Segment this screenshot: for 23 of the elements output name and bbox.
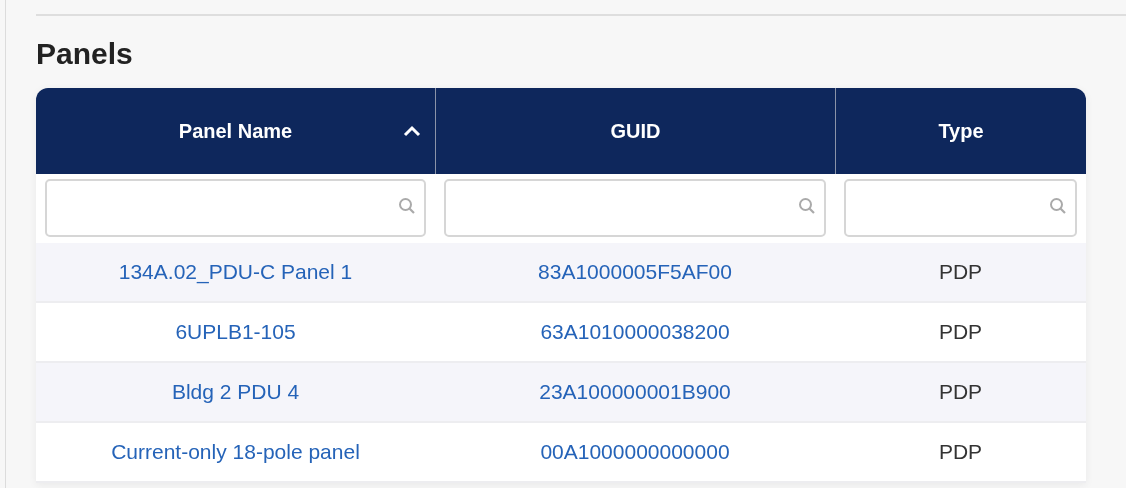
table-cell: PDP (938, 380, 983, 404)
table-cell: PDP (938, 320, 983, 344)
search-icon (798, 197, 816, 215)
search-icon (398, 197, 416, 215)
table-link[interactable]: Bldg 2 PDU 4 (171, 380, 300, 404)
column-header[interactable]: Panel Name (36, 88, 435, 174)
filter-field[interactable] (444, 179, 826, 237)
table-link[interactable]: Current-only 18-pole panel (111, 440, 360, 464)
column-header[interactable]: Type (835, 88, 1086, 174)
section-title: Panels (36, 37, 134, 71)
table-link[interactable]: 83A1000005F5AF00 (538, 260, 732, 284)
filter-field[interactable] (844, 179, 1077, 237)
table-cell: PDP (938, 260, 983, 284)
table-link[interactable]: 00A1000000000000 (540, 440, 730, 464)
column-header[interactable]: GUID (435, 88, 835, 174)
chevron-up-icon (403, 125, 421, 137)
table-link[interactable]: 23A100000001B900 (539, 380, 731, 404)
filter-field[interactable] (45, 179, 426, 237)
table-link[interactable]: 6UPLB1-105 (175, 320, 296, 344)
search-icon (1049, 197, 1067, 215)
table-link[interactable]: 134A.02_PDU-C Panel 1 (118, 260, 353, 284)
table-link[interactable]: 63A1010000038200 (540, 320, 730, 344)
table-cell: PDP (938, 440, 983, 464)
